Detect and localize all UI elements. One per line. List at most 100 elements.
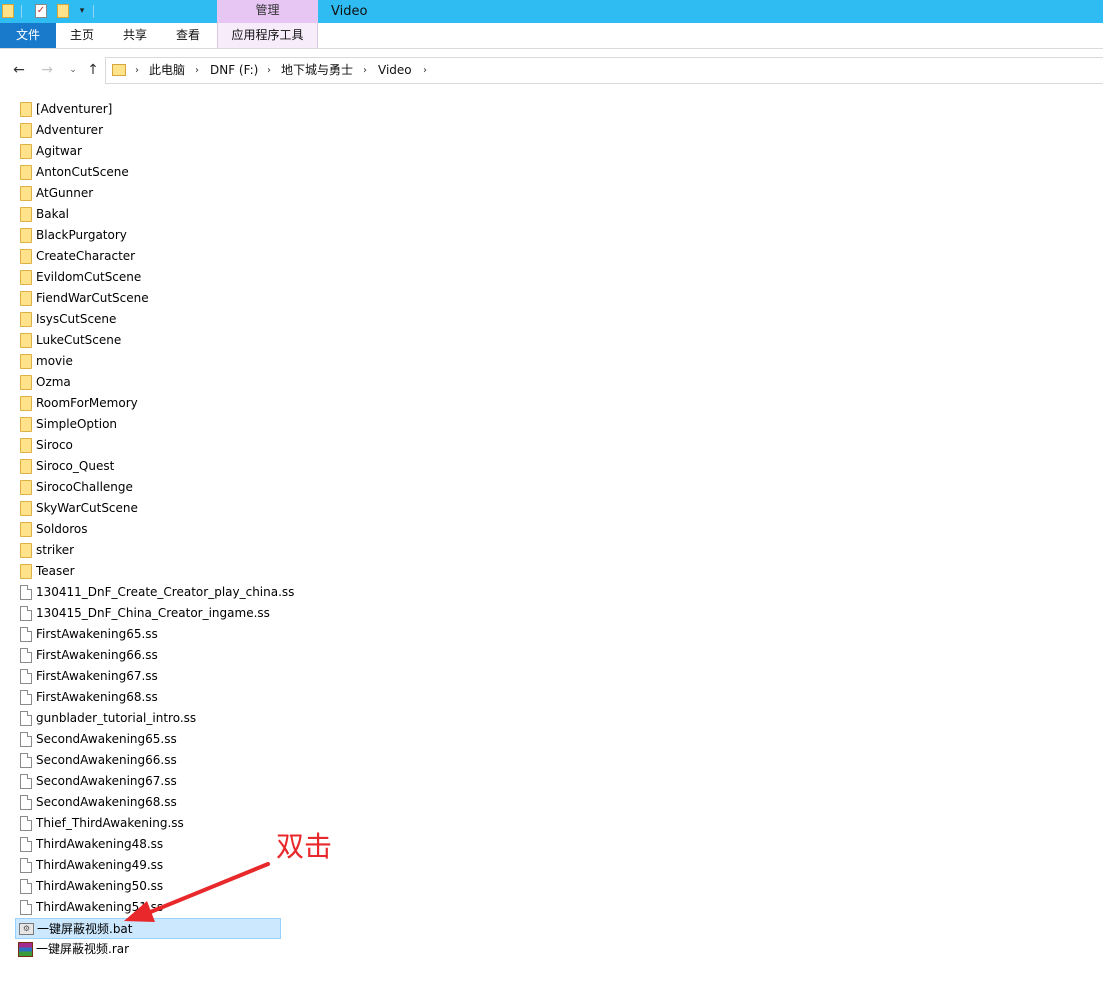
file-name: movie <box>36 354 73 368</box>
folder-row[interactable]: movie <box>15 351 281 372</box>
up-arrow-icon[interactable]: ↑ <box>84 61 102 79</box>
folder-row[interactable]: [Adventurer] <box>15 99 281 120</box>
new-folder-icon[interactable] <box>57 4 69 18</box>
breadcrumb-this-pc[interactable]: 此电脑 <box>149 58 185 83</box>
file-row[interactable]: ThirdAwakening48.ss <box>15 834 281 855</box>
folder-icon <box>20 144 32 159</box>
file-name: RoomForMemory <box>36 396 138 410</box>
file-name: BlackPurgatory <box>36 228 127 242</box>
forward-arrow-icon[interactable]: → <box>38 61 56 79</box>
file-name: LukeCutScene <box>36 333 122 347</box>
file-name: Thief_ThirdAwakening.ss <box>36 816 184 830</box>
breadcrumb-separator-icon[interactable]: › <box>423 58 427 83</box>
folder-row[interactable]: Siroco <box>15 435 281 456</box>
breadcrumb-separator-icon[interactable]: › <box>363 58 367 83</box>
file-name: CreateCharacter <box>36 249 136 263</box>
file-row[interactable]: gunblader_tutorial_intro.ss <box>15 708 281 729</box>
folder-row[interactable]: Ozma <box>15 372 281 393</box>
folder-row[interactable]: CreateCharacter <box>15 246 281 267</box>
folder-icon <box>20 333 32 348</box>
file-row[interactable]: FirstAwakening67.ss <box>15 666 281 687</box>
batch-file-icon: ⚙ <box>19 923 34 935</box>
file-name: 130415_DnF_China_Creator_ingame.ss <box>36 606 270 620</box>
file-icon <box>20 816 32 831</box>
tab-share[interactable]: 共享 <box>110 23 160 48</box>
recent-locations-chevron-icon[interactable]: ⌄ <box>64 61 82 79</box>
folder-icon <box>20 270 32 285</box>
folder-row[interactable]: RoomForMemory <box>15 393 281 414</box>
back-arrow-icon[interactable]: ← <box>10 61 28 79</box>
folder-icon <box>20 123 32 138</box>
file-icon <box>20 879 32 894</box>
file-icon <box>20 711 32 726</box>
tab-view[interactable]: 查看 <box>164 23 212 48</box>
folder-icon <box>20 102 32 117</box>
file-name: 一键屏蔽视频.rar <box>36 942 130 956</box>
file-name: IsysCutScene <box>36 312 117 326</box>
customize-toolbar-chevron-icon[interactable]: ▾ <box>76 4 88 18</box>
file-row[interactable]: 130415_DnF_China_Creator_ingame.ss <box>15 603 281 624</box>
file-row[interactable]: ⚙ 一键屏蔽视频.bat <box>15 918 281 939</box>
file-name: gunblader_tutorial_intro.ss <box>36 711 197 725</box>
folder-icon <box>20 312 32 327</box>
file-name: Agitwar <box>36 144 82 158</box>
file-name: ThirdAwakening48.ss <box>36 837 164 851</box>
folder-row[interactable]: striker <box>15 540 281 561</box>
file-row[interactable]: FirstAwakening66.ss <box>15 645 281 666</box>
properties-icon[interactable]: ✓ <box>35 4 47 18</box>
folder-row[interactable]: LukeCutScene <box>15 330 281 351</box>
breadcrumb-separator-icon[interactable]: › <box>195 58 199 83</box>
tab-home[interactable]: 主页 <box>58 23 106 48</box>
breadcrumb-game-folder[interactable]: 地下城与勇士 <box>281 58 353 83</box>
tab-file[interactable]: 文件 <box>0 23 56 48</box>
folder-row[interactable]: Siroco_Quest <box>15 456 281 477</box>
breadcrumb-video[interactable]: Video <box>378 58 412 83</box>
folder-row[interactable]: Agitwar <box>15 141 281 162</box>
address-bar[interactable]: › 此电脑 › DNF (F:) › 地下城与勇士 › Video › <box>105 57 1103 84</box>
file-row[interactable]: 一键屏蔽视频.rar <box>15 939 281 960</box>
folder-row[interactable]: IsysCutScene <box>15 309 281 330</box>
file-name: Bakal <box>36 207 70 221</box>
folder-icon <box>20 459 32 474</box>
folder-row[interactable]: SkyWarCutScene <box>15 498 281 519</box>
file-row[interactable]: SecondAwakening67.ss <box>15 771 281 792</box>
file-row[interactable]: SecondAwakening65.ss <box>15 729 281 750</box>
file-row[interactable]: ThirdAwakening51.ss <box>15 897 281 918</box>
folder-row[interactable]: AtGunner <box>15 183 281 204</box>
file-row[interactable]: Thief_ThirdAwakening.ss <box>15 813 281 834</box>
breadcrumb-separator-icon[interactable]: › <box>267 58 271 83</box>
file-icon <box>20 732 32 747</box>
file-row[interactable]: ThirdAwakening49.ss <box>15 855 281 876</box>
file-name: striker <box>36 543 75 557</box>
folder-row[interactable]: Teaser <box>15 561 281 582</box>
folder-row[interactable]: EvildomCutScene <box>15 267 281 288</box>
folder-row[interactable]: Adventurer <box>15 120 281 141</box>
folder-row[interactable]: SirocoChallenge <box>15 477 281 498</box>
tab-application-tools[interactable]: 应用程序工具 <box>217 23 318 48</box>
file-name: FirstAwakening67.ss <box>36 669 158 683</box>
breadcrumb-separator-icon[interactable]: › <box>135 58 139 83</box>
file-name: AntonCutScene <box>36 165 129 179</box>
folder-row[interactable]: SimpleOption <box>15 414 281 435</box>
file-row[interactable]: 130411_DnF_Create_Creator_play_china.ss <box>15 582 294 603</box>
file-row[interactable]: SecondAwakening68.ss <box>15 792 281 813</box>
folder-row[interactable]: AntonCutScene <box>15 162 281 183</box>
file-name: SecondAwakening67.ss <box>36 774 177 788</box>
file-name: SecondAwakening65.ss <box>36 732 177 746</box>
folder-icon <box>20 501 32 516</box>
file-row[interactable]: ThirdAwakening50.ss <box>15 876 281 897</box>
folder-row[interactable]: BlackPurgatory <box>15 225 281 246</box>
file-name: Soldoros <box>36 522 88 536</box>
folder-row[interactable]: Bakal <box>15 204 281 225</box>
folder-row[interactable]: FiendWarCutScene <box>15 288 281 309</box>
file-row[interactable]: FirstAwakening65.ss <box>15 624 281 645</box>
file-name: ThirdAwakening51.ss <box>36 900 164 914</box>
folder-row[interactable]: Soldoros <box>15 519 281 540</box>
file-name: [Adventurer] <box>36 102 113 116</box>
file-row[interactable]: FirstAwakening68.ss <box>15 687 281 708</box>
file-name: FirstAwakening68.ss <box>36 690 158 704</box>
file-name: SirocoChallenge <box>36 480 133 494</box>
file-name: FirstAwakening65.ss <box>36 627 158 641</box>
file-row[interactable]: SecondAwakening66.ss <box>15 750 281 771</box>
breadcrumb-drive[interactable]: DNF (F:) <box>210 58 258 83</box>
